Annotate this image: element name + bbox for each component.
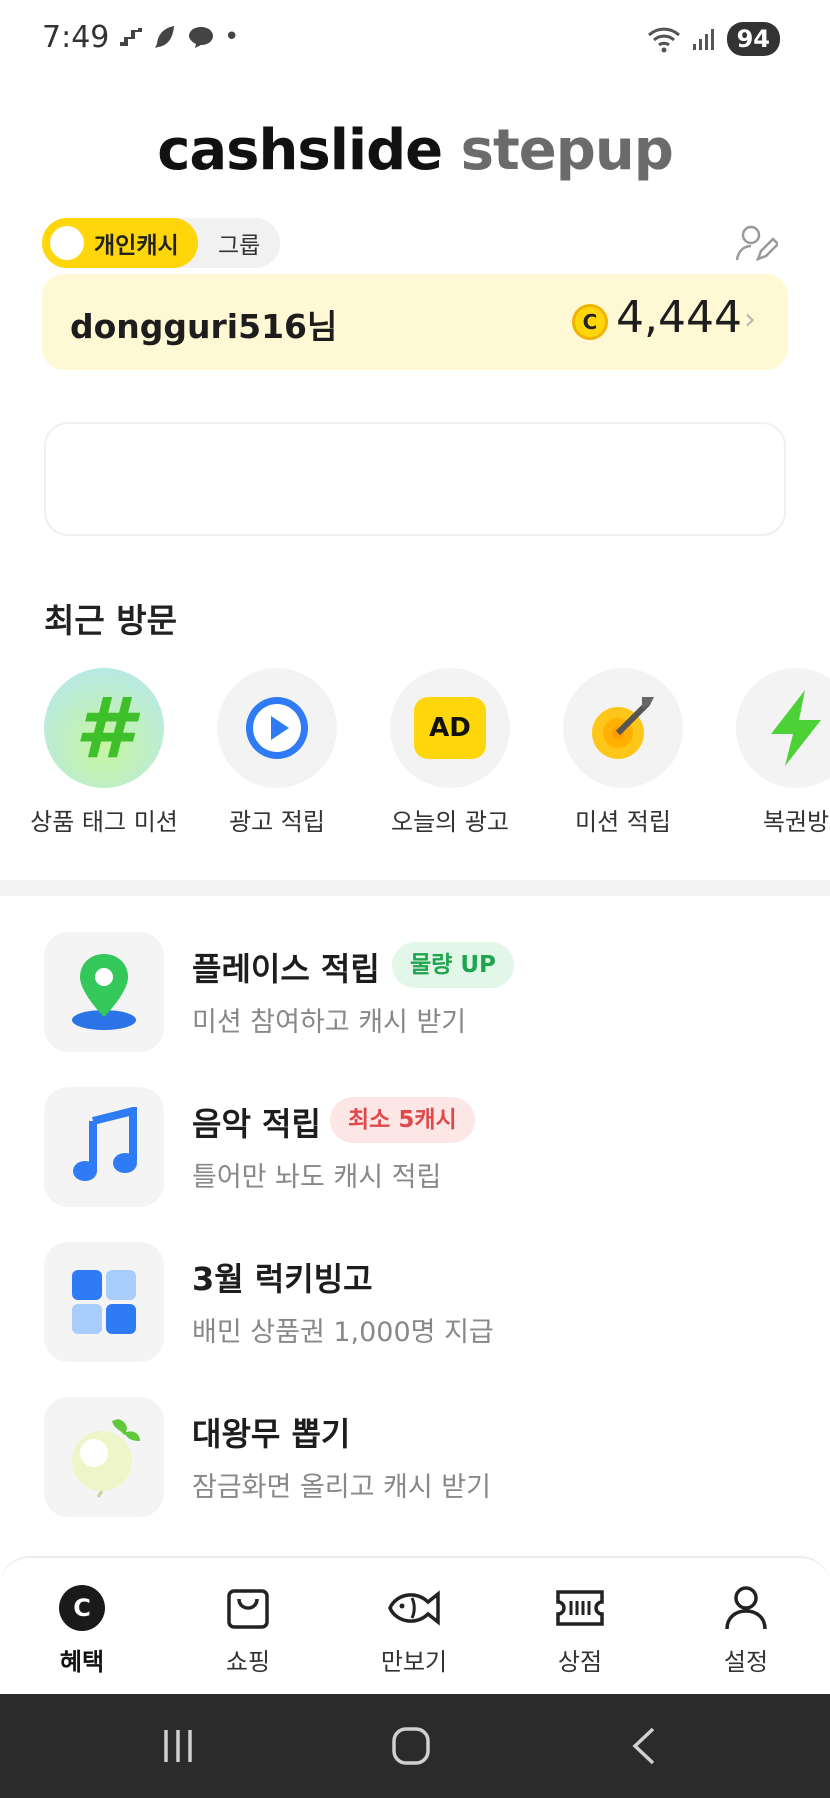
nav-item-store[interactable]: 상점	[520, 1580, 640, 1677]
nav-label: 설정	[723, 1648, 769, 1676]
status-bar: 7:49 • 94	[0, 0, 830, 80]
edit-profile-icon[interactable]	[734, 222, 778, 266]
nav-item-settings[interactable]: 설정	[686, 1580, 806, 1677]
music-note-icon	[44, 1087, 164, 1207]
home-icon[interactable]	[381, 1720, 441, 1772]
nav-label: 만보기	[380, 1648, 448, 1676]
more-notifications-dot: •	[224, 22, 240, 52]
recent-apps-icon[interactable]	[148, 1720, 208, 1772]
wifi-icon	[647, 27, 680, 53]
bottom-navigation: C 혜택 쇼핑 만보기 상점 설정	[0, 1556, 830, 1694]
feature-title: 대왕무 뽑기	[192, 1415, 351, 1453]
nav-item-benefits[interactable]: C 혜택	[22, 1580, 142, 1677]
recent-item-label: 미션 적립	[575, 808, 671, 836]
recent-item-label: 광고 적립	[229, 808, 325, 836]
feather-app-icon	[155, 26, 174, 48]
feature-subtitle: 미션 참여하고 캐시 받기	[192, 1007, 467, 1038]
recent-visits-title: 최근 방문	[44, 601, 177, 640]
coin-icon: C	[572, 304, 608, 340]
ad-icon: AD	[390, 668, 510, 788]
hash-icon: #	[44, 668, 164, 788]
app-logo: cashslide stepup	[0, 118, 830, 183]
feature-subtitle: 틀어만 놔도 캐시 적립	[192, 1162, 442, 1193]
banner-placeholder[interactable]	[44, 422, 786, 536]
section-divider	[0, 880, 830, 896]
benefit-coin-disc: C	[59, 1585, 105, 1631]
recent-item-label: 상품 태그 미션	[30, 808, 178, 836]
toggle-personal-cash[interactable]: 개인캐시	[42, 218, 198, 268]
recent-visits-row: # 상품 태그 미션 광고 적립 AD 오늘의 광고 미션 적립 복권방	[0, 668, 830, 836]
nav-item-pedometer[interactable]: 만보기	[354, 1580, 474, 1677]
recent-item-mission-earn[interactable]: 미션 적립	[538, 668, 708, 837]
radish-icon	[44, 1397, 164, 1517]
feature-place-earn[interactable]: 플레이스 적립 물량 UP 미션 참여하고 캐시 받기	[44, 932, 804, 1052]
toggle-group-cash[interactable]: 그룹	[218, 226, 260, 260]
recent-item-today-ad[interactable]: AD 오늘의 광고	[365, 668, 535, 837]
system-status: 94	[647, 22, 780, 56]
recent-item-product-tag[interactable]: # 상품 태그 미션	[19, 668, 189, 837]
battery-indicator: 94	[726, 22, 780, 56]
system-navigation-bar	[0, 1694, 830, 1798]
person-icon	[686, 1580, 806, 1636]
chat-bubble-icon	[189, 27, 213, 48]
play-icon	[217, 668, 337, 788]
feature-title: 음악 적립	[192, 1105, 321, 1143]
feature-lucky-bingo[interactable]: 3월 럭키빙고 배민 상품권 1,000명 지급	[44, 1242, 804, 1362]
target-icon	[563, 668, 683, 788]
ad-icon-tile: AD	[414, 697, 486, 759]
feature-subtitle: 배민 상품권 1,000명 지급	[192, 1317, 494, 1348]
notification-icons: •	[118, 22, 239, 52]
shopping-bag-icon	[188, 1580, 308, 1636]
nav-label: 상점	[557, 1648, 603, 1676]
cash-type-toggle[interactable]: 개인캐시 그룹	[42, 218, 280, 268]
feature-badge: 최소 5캐시	[330, 1097, 475, 1143]
logo-sub-text: stepup	[460, 118, 674, 183]
toggle-knob	[50, 226, 84, 260]
recent-item-lottery[interactable]: 복권방	[711, 668, 830, 837]
toggle-personal-label: 개인캐시	[94, 233, 179, 259]
nav-item-shopping[interactable]: 쇼핑	[188, 1580, 308, 1677]
feature-subtitle: 잠금화면 올리고 캐시 받기	[192, 1472, 491, 1503]
benefit-coin-icon: C	[22, 1580, 142, 1636]
nav-label: 쇼핑	[225, 1648, 271, 1676]
feature-radish-pick[interactable]: 대왕무 뽑기 잠금화면 올리고 캐시 받기	[44, 1397, 804, 1517]
signal-icon	[692, 29, 714, 50]
recent-item-label: 오늘의 광고	[390, 808, 510, 836]
ticket-icon	[520, 1580, 640, 1636]
cash-balance: 4,444	[616, 292, 742, 343]
username: dongguri516님	[70, 307, 338, 346]
nav-label: 혜택	[59, 1648, 105, 1676]
status-time: 7:49	[42, 20, 110, 55]
recent-item-label: 복권방	[762, 808, 830, 836]
chevron-right-icon: ›	[744, 302, 756, 337]
location-pin-icon	[44, 932, 164, 1052]
recent-item-ad-earn[interactable]: 광고 적립	[192, 668, 362, 837]
hash-icon-glyph: #	[74, 679, 134, 777]
ad-icon-text: AD	[429, 713, 471, 743]
user-cash-card[interactable]: dongguri516님 C 4,444 ›	[42, 274, 788, 370]
benefit-coin-letter: C	[73, 1594, 91, 1622]
stairs-app-icon	[120, 28, 142, 46]
fish-icon	[354, 1580, 474, 1636]
feature-music-earn[interactable]: 음악 적립 최소 5캐시 틀어만 놔도 캐시 적립	[44, 1087, 804, 1207]
feature-badge: 물량 UP	[392, 942, 514, 988]
back-icon[interactable]	[614, 1720, 674, 1772]
feature-title: 플레이스 적립	[192, 950, 380, 988]
logo-main-text: cashslide	[157, 118, 443, 183]
lightning-icon	[736, 668, 830, 788]
bingo-grid-icon	[44, 1242, 164, 1362]
feature-title: 3월 럭키빙고	[192, 1260, 373, 1298]
